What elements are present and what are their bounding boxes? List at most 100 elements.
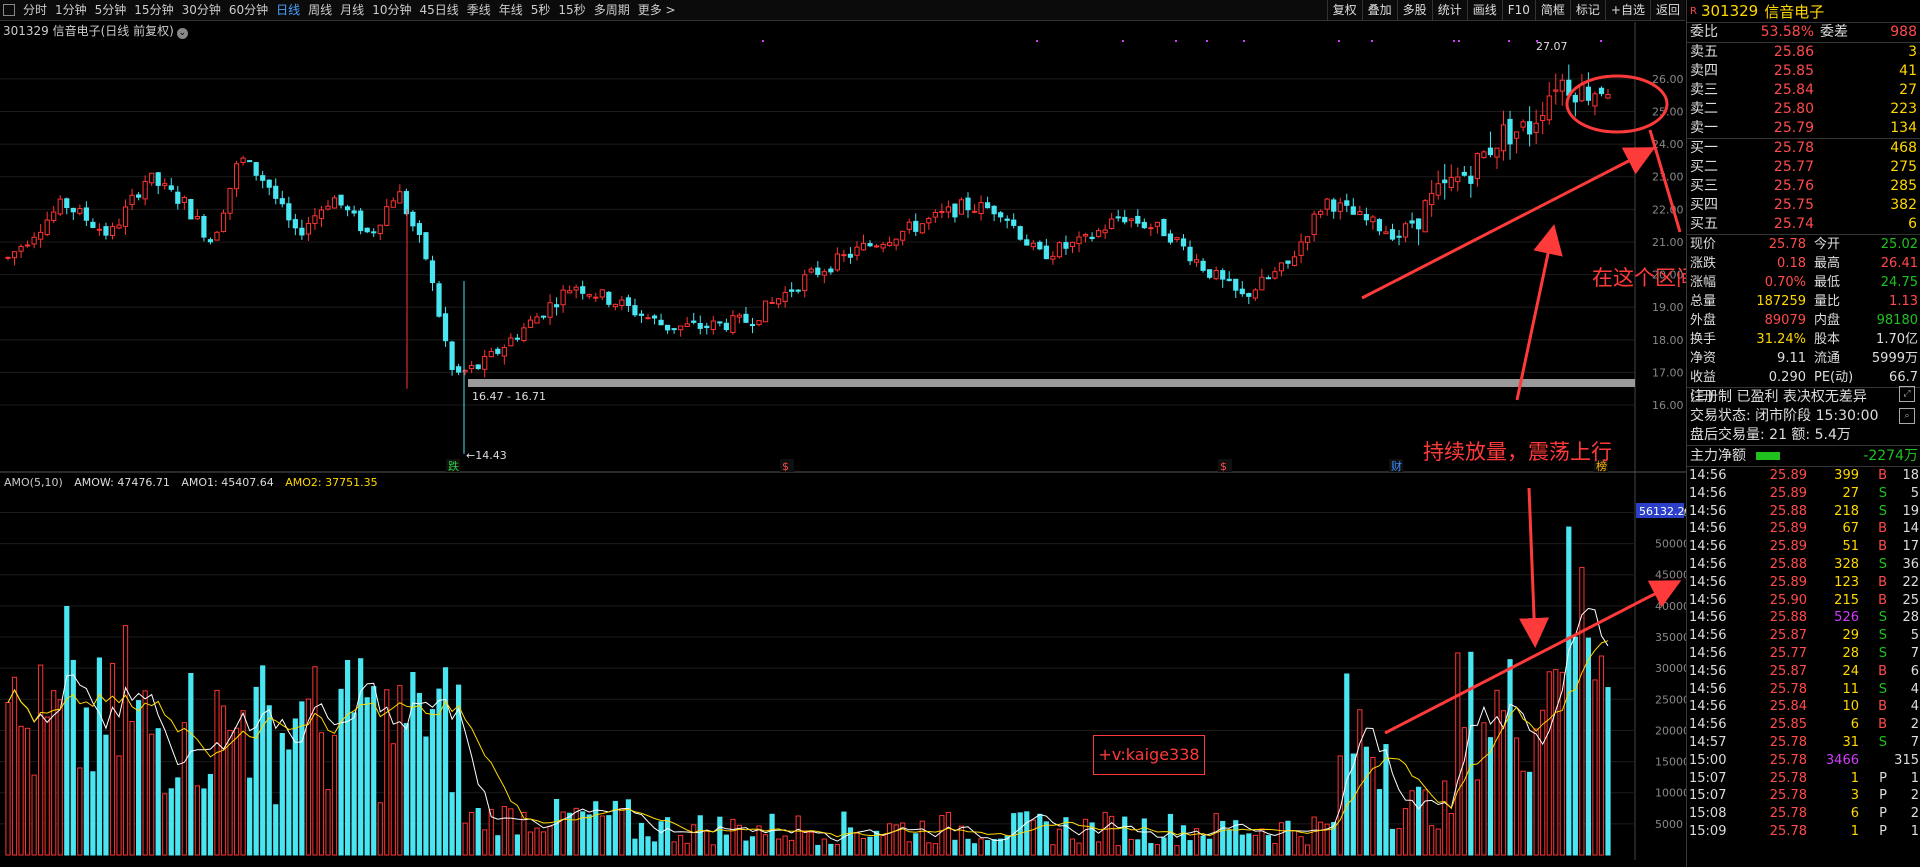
candle-body[interactable]	[887, 242, 893, 246]
candle-body[interactable]	[377, 224, 383, 235]
candle-body[interactable]	[560, 289, 566, 306]
volume-bar[interactable]	[286, 749, 292, 856]
volume-bar[interactable]	[1167, 813, 1174, 856]
volume-bar[interactable]	[116, 755, 122, 856]
candle-body[interactable]	[273, 185, 279, 199]
candle-body[interactable]	[1043, 245, 1049, 260]
candle-body[interactable]	[1233, 278, 1239, 291]
candle-body[interactable]	[567, 290, 573, 294]
volume-bar[interactable]	[802, 830, 808, 856]
volume-bar[interactable]	[834, 843, 840, 856]
candle-body[interactable]	[220, 212, 227, 233]
candle-body[interactable]	[1507, 118, 1513, 145]
period-tab[interactable]: 周线	[304, 0, 336, 20]
candle-body[interactable]	[1174, 237, 1180, 240]
candle-body[interactable]	[651, 315, 658, 319]
volume-bar[interactable]	[1494, 689, 1500, 856]
candle-body[interactable]	[743, 313, 749, 323]
volume-bar[interactable]	[919, 820, 925, 856]
candle-body[interactable]	[991, 205, 997, 215]
candle-body[interactable]	[90, 221, 96, 228]
candle-body[interactable]	[1109, 218, 1115, 229]
volume-bar[interactable]	[207, 773, 214, 856]
volume-bar[interactable]	[1422, 789, 1428, 856]
candle-body[interactable]	[821, 271, 827, 276]
candle-body[interactable]	[893, 238, 899, 246]
candle-body[interactable]	[122, 206, 129, 227]
candle-body[interactable]	[1311, 213, 1317, 236]
candle-body[interactable]	[880, 243, 886, 249]
candle-body[interactable]	[266, 179, 272, 188]
candle-body[interactable]	[51, 211, 57, 222]
volume-bar[interactable]	[1148, 843, 1154, 856]
candle-body[interactable]	[331, 197, 338, 209]
volume-bar[interactable]	[1291, 830, 1298, 856]
candle-body[interactable]	[553, 304, 560, 308]
candle-body[interactable]	[841, 254, 847, 257]
event-marker[interactable]: $	[1220, 460, 1227, 473]
volume-bar[interactable]	[31, 774, 37, 856]
volume-bar[interactable]	[312, 666, 318, 856]
candle-body[interactable]	[57, 198, 63, 215]
period-tab[interactable]: 更多 >	[634, 0, 680, 20]
chart-tool-button[interactable]: 统计	[1431, 0, 1467, 20]
volume-bar[interactable]	[1605, 687, 1611, 856]
tick-row[interactable]: 15:08 25.78 6 P 2	[1687, 805, 1920, 823]
candle-body[interactable]	[1494, 147, 1500, 158]
volume-bar[interactable]	[77, 767, 83, 856]
candle-body[interactable]	[1259, 276, 1265, 291]
candle-body[interactable]	[96, 228, 103, 231]
volume-bar[interactable]	[501, 806, 507, 856]
tick-row[interactable]: 14:56 25.85 6 B 2	[1687, 716, 1920, 734]
candle-body[interactable]	[958, 199, 965, 215]
volume-bar[interactable]	[1559, 671, 1565, 856]
search-icon[interactable]: ⌕	[1899, 408, 1915, 424]
volume-bar[interactable]	[194, 785, 200, 856]
volume-bar[interactable]	[1435, 828, 1441, 856]
volume-bar[interactable]	[96, 657, 103, 856]
candle-body[interactable]	[1128, 218, 1134, 222]
period-tab[interactable]: 年线	[495, 0, 527, 20]
candle-body[interactable]	[632, 305, 638, 316]
candle-body[interactable]	[442, 313, 449, 342]
candle-body[interactable]	[1056, 242, 1063, 258]
candle-body[interactable]	[488, 351, 494, 358]
candle-body[interactable]	[1533, 122, 1539, 133]
candle-body[interactable]	[945, 206, 952, 213]
candle-body[interactable]	[1161, 219, 1167, 237]
volume-bar[interactable]	[1278, 822, 1285, 856]
candle-body[interactable]	[1389, 229, 1396, 240]
volume-bar[interactable]	[416, 692, 423, 856]
candle-body[interactable]	[70, 207, 76, 213]
volume-bar[interactable]	[247, 777, 253, 856]
candle-body[interactable]	[136, 194, 142, 198]
volume-bar[interactable]	[1272, 842, 1278, 856]
candle-body[interactable]	[1546, 95, 1552, 121]
volume-bar[interactable]	[776, 838, 782, 856]
candle-body[interactable]	[802, 274, 808, 292]
candle-body[interactable]	[1605, 94, 1611, 99]
candle-body[interactable]	[162, 183, 168, 187]
volume-bar[interactable]	[978, 838, 984, 856]
volume-bar[interactable]	[410, 672, 416, 856]
candle-body[interactable]	[534, 316, 540, 324]
candle-body[interactable]	[834, 253, 840, 271]
candle-body[interactable]	[978, 202, 984, 215]
period-tab[interactable]: 45日线	[415, 0, 462, 20]
candle-body[interactable]	[371, 231, 377, 234]
candle-body[interactable]	[397, 191, 403, 204]
candle-body[interactable]	[351, 210, 357, 214]
candle-body[interactable]	[1429, 192, 1435, 206]
tick-row[interactable]: 15:07 25.78 3 P 2	[1687, 787, 1920, 805]
volume-bar[interactable]	[632, 838, 638, 856]
volume-bar[interactable]	[1533, 728, 1539, 856]
volume-bar[interactable]	[1096, 841, 1102, 856]
candle-body[interactable]	[1030, 242, 1036, 248]
volume-bar[interactable]	[1154, 844, 1160, 856]
volume-bar[interactable]	[658, 821, 664, 856]
volume-bar[interactable]	[1193, 828, 1200, 856]
volume-bar[interactable]	[1200, 835, 1206, 856]
tick-row[interactable]: 14:56 25.88 328 S 36	[1687, 556, 1920, 574]
volume-bar[interactable]	[338, 688, 344, 856]
volume-bar[interactable]	[991, 839, 997, 856]
